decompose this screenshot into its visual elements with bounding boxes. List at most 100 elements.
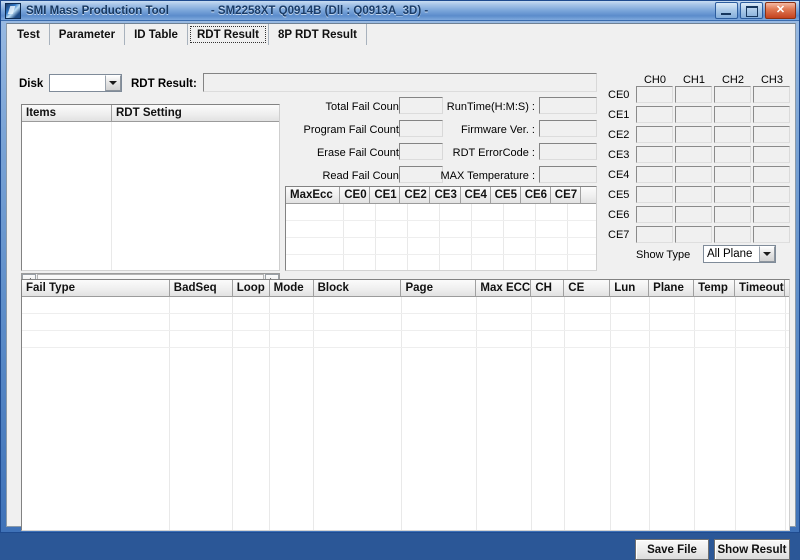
ce-cell-ce5-ch1	[675, 186, 712, 203]
row-label-ce7: CE7	[608, 229, 630, 241]
row-label-ce3: CE3	[608, 149, 630, 161]
rdt-errorcode-label: RDT ErrorCode :	[452, 147, 535, 159]
disk-select[interactable]	[49, 74, 122, 92]
column-header-items[interactable]: Items	[22, 105, 112, 121]
ce-cell-ce2-ch0	[636, 126, 673, 143]
rdt-errorcode-value	[539, 143, 597, 160]
column-header-ce5[interactable]: CE5	[490, 187, 521, 203]
channel-header-ch1: CH1	[682, 74, 705, 86]
row-label-ce4: CE4	[608, 169, 630, 181]
ce-cell-ce4-ch1	[675, 166, 712, 183]
maxecc-grid-header: MaxEcc CE0 CE1 CE2 CE3 CE4 CE5 CE6 CE7	[286, 187, 596, 204]
ce-cell-ce3-ch3	[753, 146, 790, 163]
column-header-temp[interactable]: Temp	[694, 280, 736, 296]
ce-cell-ce1-ch1	[675, 106, 712, 123]
column-header-spacer[interactable]	[580, 187, 596, 203]
fail-table-header: Fail Type BadSeq Loop Mode Block Page Ma…	[22, 280, 789, 297]
row-label-ce1: CE1	[608, 109, 630, 121]
tab-label: Parameter	[58, 28, 116, 41]
close-button[interactable]: ✕	[765, 2, 796, 19]
ce-cell-ce4-ch3	[753, 166, 790, 183]
ce-cell-ce5-ch3	[753, 186, 790, 203]
column-header-ce1[interactable]: CE1	[370, 187, 401, 203]
column-header-ce3[interactable]: CE3	[430, 187, 461, 203]
ce-cell-ce2-ch3	[753, 126, 790, 143]
items-grid-body	[22, 122, 279, 270]
ce-cell-ce2-ch2	[714, 126, 751, 143]
tab-id-table[interactable]: ID Table	[125, 24, 188, 45]
ce-cell-ce1-ch2	[714, 106, 751, 123]
minimize-button[interactable]	[715, 2, 738, 19]
ce-cell-ce0-ch2	[714, 86, 751, 103]
column-header-mode[interactable]: Mode	[269, 280, 314, 296]
column-header-ce6[interactable]: CE6	[520, 187, 551, 203]
column-header-block[interactable]: Block	[313, 280, 402, 296]
chevron-down-icon[interactable]	[759, 246, 775, 262]
save-file-button[interactable]: Save File	[635, 539, 709, 560]
total-fail-count-label: Total Fail Count:	[325, 101, 405, 113]
column-header-maxecc[interactable]: MaxEcc	[286, 187, 341, 203]
column-header-max-ecc[interactable]: Max ECC	[476, 280, 532, 296]
ce-cell-ce4-ch0	[636, 166, 673, 183]
row-label-ce5: CE5	[608, 189, 630, 201]
tab-8p-rdt-result[interactable]: 8P RDT Result	[269, 24, 367, 45]
column-header-ce0[interactable]: CE0	[340, 187, 371, 203]
read-fail-count-label: Read Fail Count:	[322, 170, 405, 182]
fail-table-body	[22, 297, 789, 530]
maxecc-grid-body	[286, 204, 596, 270]
tab-test[interactable]: Test	[8, 24, 50, 45]
ce-cell-ce3-ch2	[714, 146, 751, 163]
column-header-page[interactable]: Page	[401, 280, 477, 296]
ce-cell-ce7-ch1	[675, 226, 712, 243]
column-header-loop[interactable]: Loop	[232, 280, 270, 296]
channel-header-ch0: CH0	[643, 74, 666, 86]
ce-cell-ce6-ch3	[753, 206, 790, 223]
column-header-lun[interactable]: Lun	[610, 280, 650, 296]
channel-header-ch2: CH2	[721, 74, 744, 86]
column-header-plane[interactable]: Plane	[649, 280, 695, 296]
max-temperature-value	[539, 166, 597, 183]
tab-strip: Test Parameter ID Table RDT Result 8P RD…	[8, 24, 794, 46]
tab-rdt-result[interactable]: RDT Result	[187, 24, 269, 45]
ce-cell-ce4-ch2	[714, 166, 751, 183]
column-header-ce[interactable]: CE	[564, 280, 611, 296]
rdt-result-panel: Disk RDT Result: Items RDT Setting Total…	[7, 45, 795, 560]
program-fail-count-label: Program Fail Count :	[303, 124, 405, 136]
app-icon	[5, 2, 21, 19]
column-header-rdt-setting[interactable]: RDT Setting	[112, 105, 279, 121]
firmware-version-value	[539, 120, 597, 137]
runtime-value	[539, 97, 597, 114]
ce-cell-ce6-ch0	[636, 206, 673, 223]
erase-fail-count-label: Erase Fail Count :	[316, 147, 405, 159]
chevron-down-icon[interactable]	[105, 75, 121, 91]
show-result-button[interactable]: Show Result	[714, 539, 790, 560]
show-type-select[interactable]: All Plane	[703, 245, 776, 263]
max-temperature-label: MAX Temperature :	[440, 170, 535, 182]
column-header-ch[interactable]: CH	[531, 280, 565, 296]
client-area: Test Parameter ID Table RDT Result 8P RD…	[6, 23, 796, 560]
column-header-ce2[interactable]: CE2	[400, 187, 431, 203]
ce-cell-ce7-ch2	[714, 226, 751, 243]
ce-cell-ce6-ch2	[714, 206, 751, 223]
title-bar[interactable]: SMI Mass Production Tool - SM2258XT Q091…	[1, 1, 799, 21]
column-header-badseq[interactable]: BadSeq	[169, 280, 233, 296]
firmware-version-label: Firmware Ver. :	[461, 124, 535, 136]
column-header-fail-type[interactable]: Fail Type	[22, 280, 170, 296]
window-subtitle: - SM2258XT Q0914B (Dll : Q0913A_3D) -	[210, 4, 429, 17]
ce-cell-ce6-ch1	[675, 206, 712, 223]
column-header-timeout[interactable]: Timeout	[735, 280, 785, 296]
tab-parameter[interactable]: Parameter	[50, 24, 126, 45]
column-header-spacer[interactable]	[784, 280, 789, 296]
disk-label: Disk	[19, 78, 44, 90]
maxecc-grid[interactable]: MaxEcc CE0 CE1 CE2 CE3 CE4 CE5 CE6 CE7	[285, 186, 597, 271]
maximize-button[interactable]	[740, 2, 763, 19]
window-buttons: ✕	[715, 2, 796, 19]
application-window: SMI Mass Production Tool - SM2258XT Q091…	[0, 0, 800, 560]
tab-label: 8P RDT Result	[277, 28, 357, 41]
items-grid[interactable]: Items RDT Setting	[21, 104, 280, 271]
column-header-ce4[interactable]: CE4	[460, 187, 491, 203]
tab-label: ID Table	[134, 28, 178, 41]
column-header-ce7[interactable]: CE7	[550, 187, 581, 203]
runtime-label: RunTime(H:M:S) :	[446, 101, 535, 113]
fail-table[interactable]: Fail Type BadSeq Loop Mode Block Page Ma…	[21, 279, 790, 531]
